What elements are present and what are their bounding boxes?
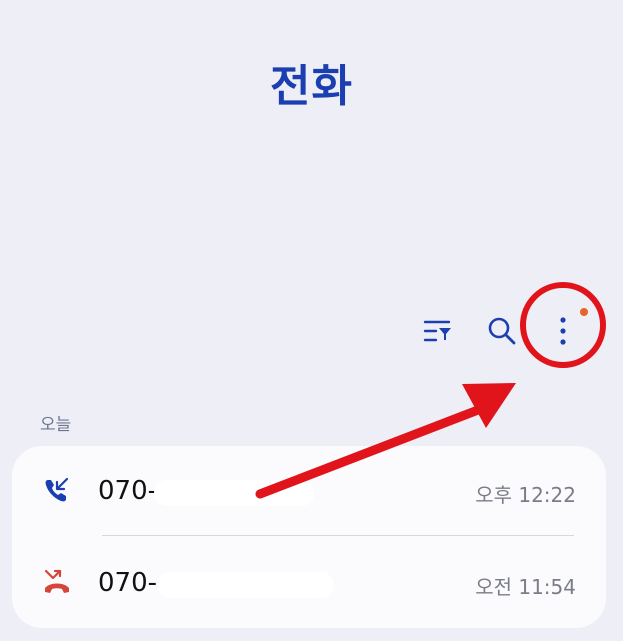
phone-app-screen: 전화 오늘 070- 오후 12:22 070- 오전 11:54	[0, 0, 623, 641]
annotation-arrow	[255, 383, 516, 499]
